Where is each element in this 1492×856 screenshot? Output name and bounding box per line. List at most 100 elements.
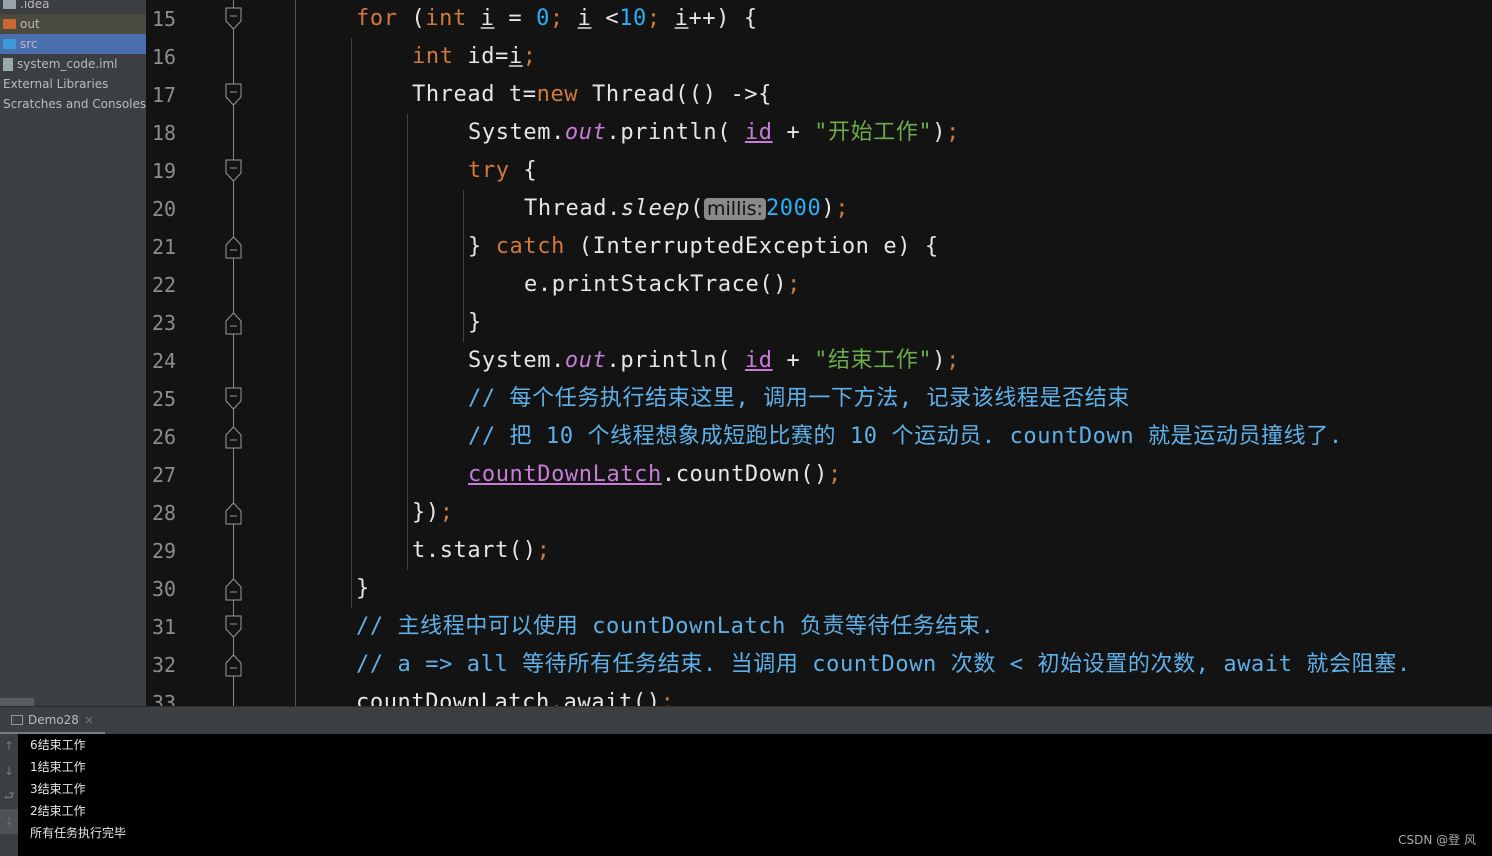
horizontal-scrollbar[interactable] — [0, 698, 34, 706]
code-token: // 每个任务执行结束这里, 调用一下方法, 记录该线程是否结束 — [468, 386, 1130, 411]
line-number: 21 — [152, 235, 177, 259]
code-token: "结束工作" — [814, 348, 933, 373]
fold-end-icon[interactable] — [225, 425, 242, 449]
fold-end-icon[interactable] — [225, 577, 242, 601]
code-token: (InterruptedException e) { — [564, 234, 939, 259]
tree-item[interactable]: out — [0, 14, 146, 34]
indent-guide — [407, 114, 408, 570]
code-token: id= — [453, 44, 509, 69]
code-editor[interactable]: for (int i = 0; i <10; i++) {int id=i; Th… — [296, 0, 1492, 706]
code-token: i — [508, 44, 523, 69]
code-token: .println( — [606, 120, 745, 145]
code-token: e.printStackTrace() — [524, 272, 788, 297]
code-line: e.printStackTrace(); — [524, 266, 801, 304]
run-tool-window-tabs: Demo28 × — [0, 706, 1492, 735]
line-number: 25 — [152, 387, 177, 411]
code-token: { — [509, 158, 538, 183]
tree-item[interactable]: system_code.iml — [0, 54, 146, 74]
code-token: i — [577, 6, 592, 31]
console-icon — [11, 714, 23, 725]
code-line: } — [468, 304, 482, 342]
code-token: .countDown() — [661, 462, 828, 487]
tab-label: Demo28 — [28, 712, 79, 727]
code-token: i — [674, 6, 689, 31]
code-token: Thread(() ->{ — [578, 82, 772, 107]
project-tree: .idea out src system_code.iml External Libra… — [0, 0, 146, 706]
line-number: 27 — [152, 463, 177, 487]
console-line: 所有任务执行完毕 — [30, 826, 127, 840]
code-line: // 主线程中可以使用 countDownLatch 负责等待任务结束. — [356, 608, 995, 646]
fold-end-icon[interactable] — [225, 235, 242, 259]
indent-guide — [463, 190, 464, 266]
close-icon[interactable]: × — [84, 713, 94, 727]
code-line: // 把 10 个线程想象成短跑比赛的 10 个运动员. countDown 就… — [468, 418, 1343, 456]
line-number: 23 — [152, 311, 177, 335]
code-token: out — [564, 348, 607, 373]
code-token: // 把 10 个线程想象成短跑比赛的 10 个运动员. countDown 就… — [468, 424, 1343, 449]
tree-item[interactable]: External Libraries — [0, 74, 146, 94]
code-token: } — [468, 234, 496, 259]
tree-item-label: .idea — [20, 0, 50, 11]
folder-icon — [3, 19, 16, 29]
fold-end-icon[interactable] — [225, 501, 242, 525]
soft-wrap-icon[interactable]: ⮐ — [0, 784, 18, 809]
code-token: Thread. — [524, 196, 621, 221]
folder-icon — [3, 39, 16, 49]
line-number: 30 — [152, 577, 177, 601]
code-token: ; — [835, 196, 850, 221]
line-number: 15 — [152, 7, 177, 31]
console-line: 6结束工作 — [30, 738, 86, 752]
tree-item-label: system_code.iml — [17, 57, 118, 71]
code-line: countDownLatch.await(); — [356, 684, 674, 706]
fold-collapse-icon[interactable] — [225, 159, 242, 183]
tree-item-label: External Libraries — [3, 77, 109, 91]
tree-item[interactable]: src — [0, 34, 146, 54]
code-token: ; — [946, 120, 960, 145]
code-line: for (int i = 0; i <10; i++) { — [356, 0, 758, 38]
code-token: ; — [828, 462, 842, 487]
arrow-down-icon[interactable]: ↓ — [0, 759, 18, 784]
code-line: // 每个任务执行结束这里, 调用一下方法, 记录该线程是否结束 — [468, 380, 1130, 418]
fold-end-icon[interactable] — [225, 311, 242, 335]
line-number: 19 — [152, 159, 177, 183]
line-number: 26 — [152, 425, 177, 449]
code-token: for — [356, 6, 398, 31]
code-line: System.out.println( id + "结束工作"); — [468, 342, 960, 380]
tab-demo28[interactable]: Demo28 × — [0, 707, 105, 735]
code-token: t.start() — [412, 538, 537, 563]
editor-gutter: 15 16 17 18 19 20 21 22 23 24 25 26 27 28 29 30 31 32 33 — [146, 0, 296, 706]
console-line: 1结束工作 — [30, 760, 86, 774]
code-line: int id=i; — [412, 38, 537, 76]
code-token: ) — [932, 120, 947, 145]
watermark: CSDN @登 风 — [1398, 833, 1476, 847]
fold-collapse-icon[interactable] — [225, 615, 242, 639]
scroll-to-end-icon[interactable]: ⤓ — [0, 809, 18, 834]
console-line: 2结束工作 — [30, 804, 86, 818]
fold-collapse-icon[interactable] — [225, 387, 242, 411]
fold-collapse-icon[interactable] — [225, 7, 242, 31]
console-output[interactable]: 6结束工作 1结束工作 3结束工作 2结束工作 所有任务执行完毕 — [18, 734, 1492, 856]
code-token: + — [772, 348, 815, 373]
code-line: countDownLatch.countDown(); — [468, 456, 842, 494]
fold-end-icon[interactable] — [225, 653, 242, 677]
code-token: catch — [495, 234, 565, 259]
code-line: // a => all 等待所有任务结束. 当调用 countDown 次数 <… — [356, 646, 1411, 684]
code-token: sleep — [620, 196, 691, 221]
tree-item[interactable]: .idea — [0, 0, 146, 14]
code-token: System. — [468, 348, 565, 373]
arrow-up-icon[interactable]: ↑ — [0, 734, 18, 759]
tree-item[interactable]: Scratches and Consoles — [0, 94, 146, 114]
code-token: ) — [821, 196, 836, 221]
code-line: t.start(); — [412, 532, 550, 570]
code-line: } — [356, 570, 370, 608]
code-token: 0 — [536, 6, 550, 31]
line-number: 16 — [152, 45, 177, 69]
code-token: .println( — [606, 348, 745, 373]
code-token: ; — [439, 500, 454, 525]
code-line: }); — [412, 494, 454, 532]
fold-collapse-icon[interactable] — [225, 83, 242, 107]
code-token: 2000 — [765, 196, 822, 221]
line-number: 32 — [152, 653, 177, 677]
code-token: ; — [660, 690, 675, 706]
